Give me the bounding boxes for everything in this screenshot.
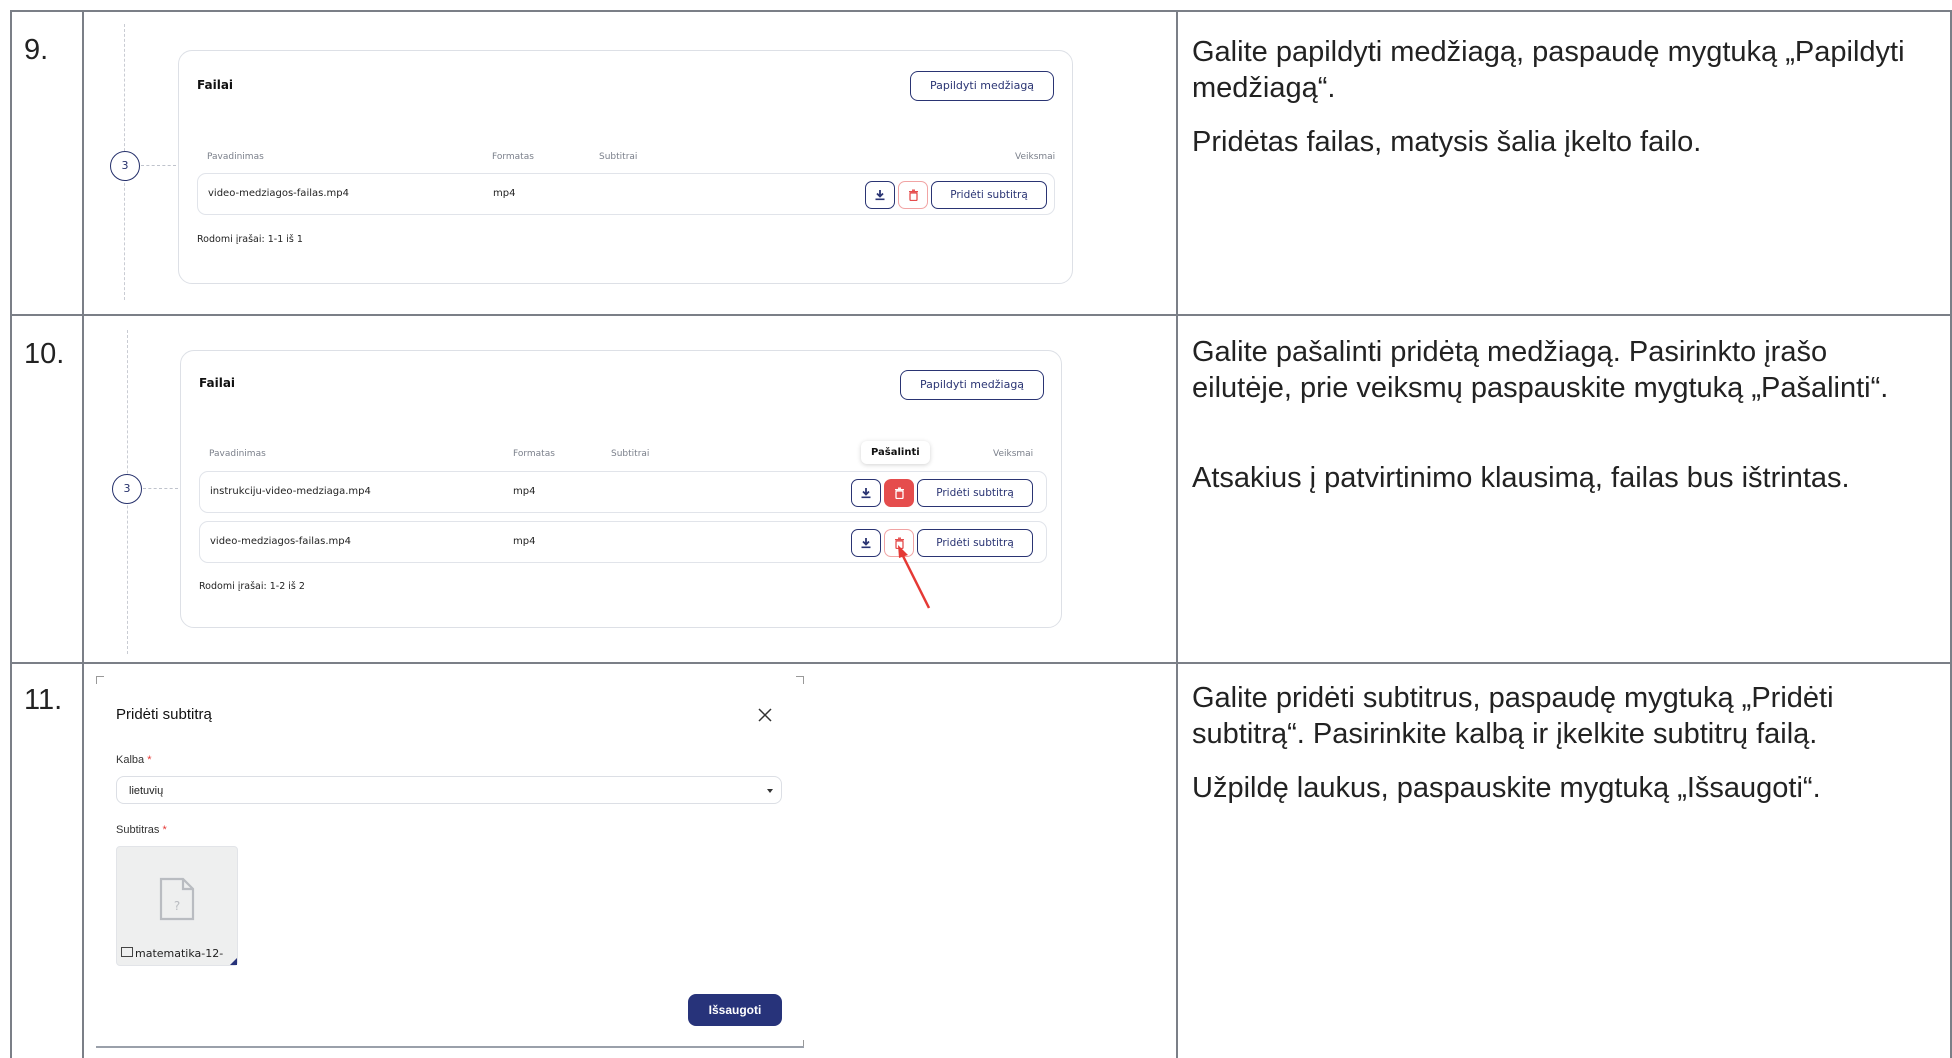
file-name: instrukciju-video-medziaga.mp4 [210, 486, 371, 497]
modal-title: Pridėti subtitrą [116, 706, 212, 723]
close-icon[interactable] [758, 708, 772, 722]
download-icon [861, 488, 871, 499]
language-label: Kalba * [116, 754, 152, 766]
column-header-name: Pavadinimas [209, 449, 266, 459]
records-count: Rodomi įrašai: 1-2 iš 2 [199, 581, 305, 592]
row-description: Galite papildyti medžiagą, paspaudę mygt… [1192, 34, 1932, 178]
svg-text:?: ? [174, 899, 180, 913]
description-paragraph: Atsakius į patvirtinimo klausimą, failas… [1192, 462, 1850, 494]
description-paragraph: Galite pašalinti pridėtą medžiagą. Pasir… [1192, 336, 1889, 404]
delete-button-hovered[interactable] [884, 479, 914, 507]
screenshot-files-card-delete: 3 Failai Papildyti medžiagą Pavadinimas … [100, 330, 1080, 654]
card-title: Failai [199, 376, 236, 390]
add-material-button[interactable]: Papildyti medžiagą [900, 370, 1044, 400]
resize-handle-icon [230, 958, 237, 965]
column-header-actions: Veiksmai [993, 449, 1034, 459]
file-format: mp4 [513, 486, 536, 497]
column-header-format: Formatas [513, 449, 555, 459]
subtitle-label: Subtitras * [116, 824, 167, 836]
table-border-top [10, 10, 1952, 12]
corner-mark [796, 676, 804, 684]
table-row: instrukciju-video-medziaga.mp4 mp4 Pridė… [199, 471, 1047, 513]
subtitle-file-preview[interactable]: ? matematika-12- [116, 846, 238, 966]
add-material-button[interactable]: Papildyti medžiagą [910, 71, 1054, 101]
files-card: Failai Papildyti medžiagą Pavadinimas Fo… [178, 50, 1073, 284]
language-select[interactable]: lietuvių [116, 776, 782, 804]
download-icon [861, 538, 871, 549]
file-name-caption: matematika-12- [121, 947, 235, 960]
pointer-arrow-icon [898, 545, 931, 609]
file-format: mp4 [513, 536, 536, 547]
download-button[interactable] [851, 529, 881, 557]
description-paragraph: Galite pridėti subtitrus, paspaudę mygtu… [1192, 682, 1834, 750]
image-icon [121, 947, 133, 957]
row-description: Galite pridėti subtitrus, paspaudę mygtu… [1192, 680, 1932, 824]
step-indicator: 3 [110, 151, 140, 181]
instruction-table: 9. Galite papildyti medžiagą, paspaudę m… [0, 0, 1952, 1058]
description-paragraph: Pridėtas failas, matysis šalia įkelto fa… [1192, 126, 1702, 158]
column-divider [1176, 10, 1178, 1058]
file-format: mp4 [493, 188, 516, 199]
save-button[interactable]: Išsaugoti [688, 994, 782, 1026]
row-description: Galite pašalinti pridėtą medžiagą. Pasir… [1192, 334, 1932, 514]
column-header-name: Pavadinimas [207, 152, 264, 162]
delete-button[interactable] [898, 181, 928, 209]
row-number: 11. [24, 684, 63, 716]
chevron-down-icon [767, 789, 773, 793]
column-divider [82, 10, 84, 1058]
description-paragraph: Galite papildyti medžiagą, paspaudę mygt… [1192, 36, 1905, 104]
step-connector [141, 165, 176, 166]
column-header-subtitles: Subtitrai [599, 152, 638, 162]
file-name: video-medziagos-failas.mp4 [210, 536, 351, 547]
row-divider [10, 314, 1952, 316]
screenshot-files-card: 3 Failai Papildyti medžiagą Pavadinimas … [100, 24, 1080, 300]
add-subtitle-button[interactable]: Pridėti subtitrą [917, 479, 1033, 507]
download-button[interactable] [865, 181, 895, 209]
download-icon [875, 190, 885, 201]
download-button[interactable] [851, 479, 881, 507]
row-number: 10. [24, 338, 65, 370]
column-header-format: Formatas [492, 152, 534, 162]
trash-icon [908, 189, 918, 201]
file-name: video-medziagos-failas.mp4 [208, 188, 349, 199]
description-paragraph: Užpildę laukus, paspauskite mygtuką „Išs… [1192, 772, 1821, 804]
step-connector [143, 488, 178, 489]
column-header-actions: Veiksmai [1015, 152, 1056, 162]
add-subtitle-button[interactable]: Pridėti subtitrą [931, 181, 1047, 209]
card-title: Failai [197, 78, 234, 92]
corner-mark [96, 676, 104, 684]
records-count: Rodomi įrašai: 1-1 iš 1 [197, 234, 303, 245]
modal-bottom-edge [96, 1046, 804, 1048]
row-divider [10, 662, 1952, 664]
row-number: 9. [24, 34, 49, 66]
unknown-file-icon: ? [159, 877, 195, 921]
step-indicator: 3 [112, 474, 142, 504]
table-row: video-medziagos-failas.mp4 mp4 Pridėti s… [197, 173, 1055, 215]
delete-tooltip: Pašalinti [861, 441, 930, 464]
trash-icon [894, 487, 904, 499]
language-select-value: lietuvių [129, 785, 164, 797]
table-border-left [10, 10, 12, 1058]
column-header-subtitles: Subtitrai [611, 449, 650, 459]
add-subtitle-modal: Pridėti subtitrą Kalba * lietuvių Subtit… [96, 676, 804, 1048]
